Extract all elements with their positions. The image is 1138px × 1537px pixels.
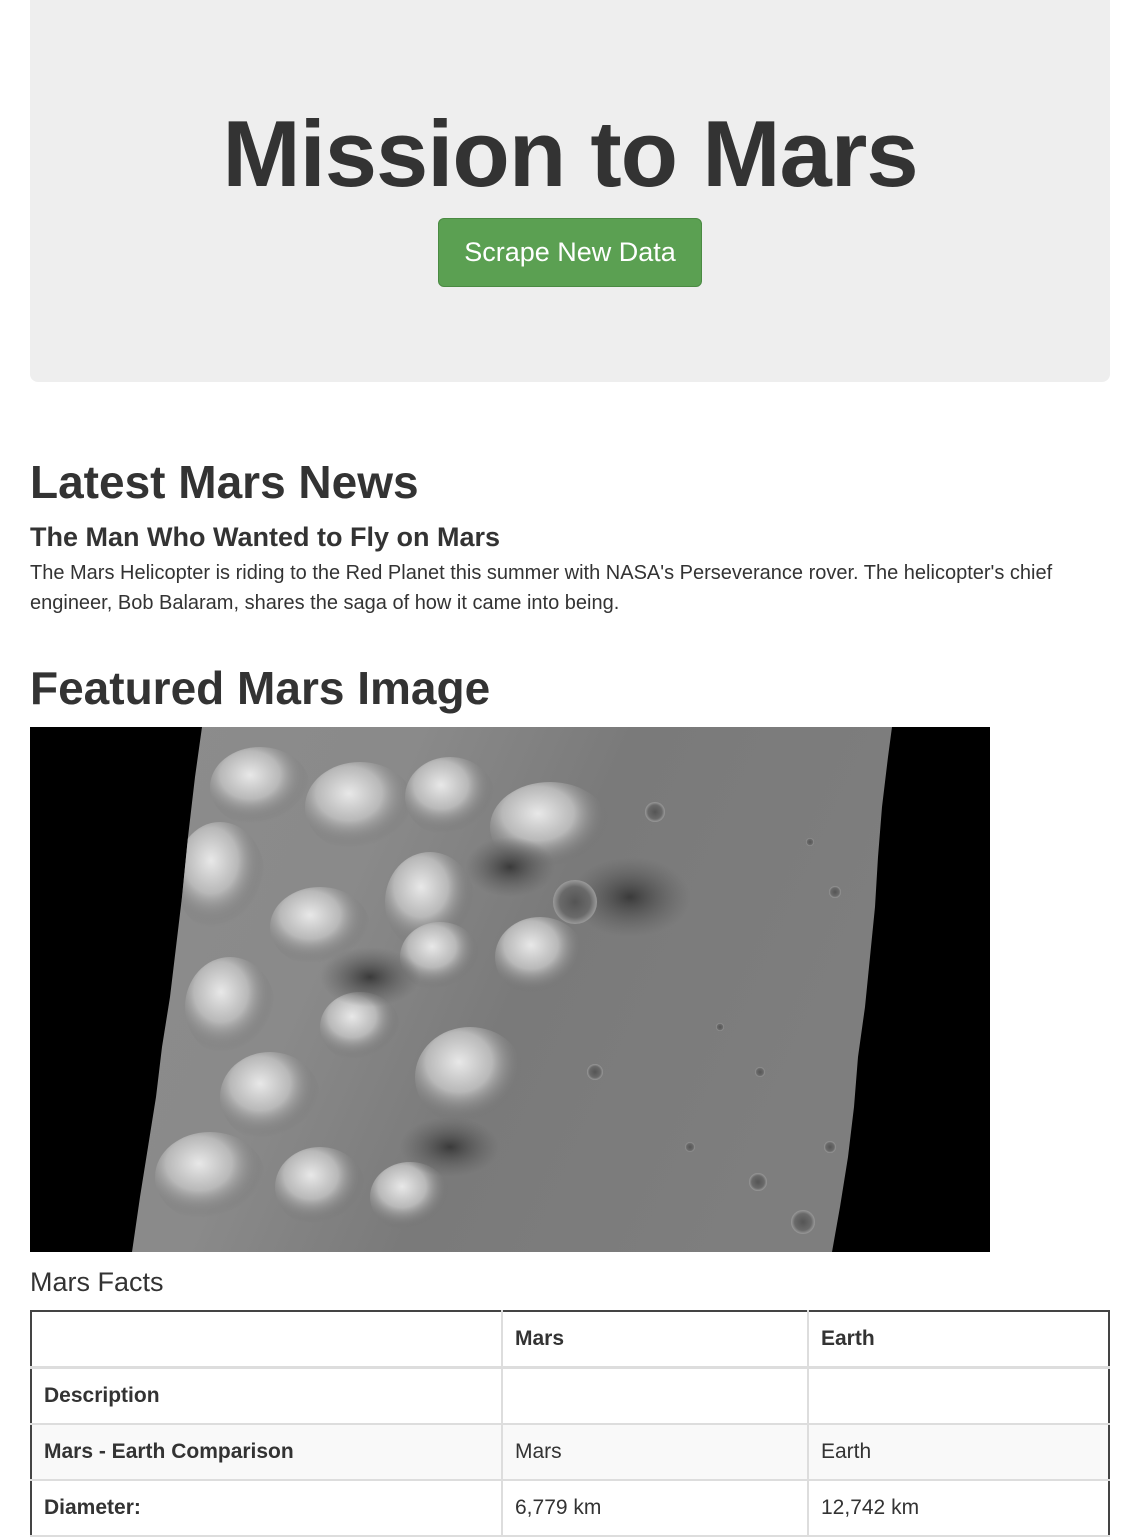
news-paragraph: The Mars Helicopter is riding to the Red…: [30, 562, 1053, 614]
featured-image-heading: Featured Mars Image: [30, 662, 491, 714]
column-header-earth: Earth: [807, 1310, 1110, 1369]
mars-value: [501, 1366, 809, 1425]
mars-value: Mars: [501, 1422, 809, 1481]
news-title: The Man Who Wanted to Fly on Mars: [30, 522, 500, 552]
mars-value: 6,779 km: [501, 1478, 809, 1537]
mars-facts-table: Mars Earth Description Mars - Earth Comp…: [30, 1310, 1110, 1537]
jumbotron: Mission to Mars Scrape New Data: [30, 0, 1110, 382]
earth-value: [807, 1366, 1110, 1425]
column-header-mars: Mars: [501, 1310, 809, 1369]
featured-mars-image: [30, 727, 990, 1252]
earth-value: Earth: [807, 1422, 1110, 1481]
page-title: Mission to Mars: [222, 101, 918, 206]
mars-facts-heading: Mars Facts: [30, 1267, 164, 1297]
latest-news-heading: Latest Mars News: [30, 456, 419, 508]
row-label: Mars - Earth Comparison: [30, 1422, 503, 1481]
row-label: Diameter:: [30, 1478, 503, 1537]
table-row: Description: [30, 1366, 1110, 1425]
table-row: Diameter: 6,779 km 12,742 km: [30, 1478, 1110, 1537]
earth-value: 12,742 km: [807, 1478, 1110, 1537]
scrape-new-data-button[interactable]: Scrape New Data: [438, 218, 702, 287]
mars-terrain-image: [30, 727, 990, 1252]
column-header: [30, 1310, 503, 1369]
row-label: Description: [30, 1366, 503, 1425]
table-header-row: Mars Earth: [30, 1310, 1110, 1369]
table-row: Mars - Earth Comparison Mars Earth: [30, 1422, 1110, 1481]
